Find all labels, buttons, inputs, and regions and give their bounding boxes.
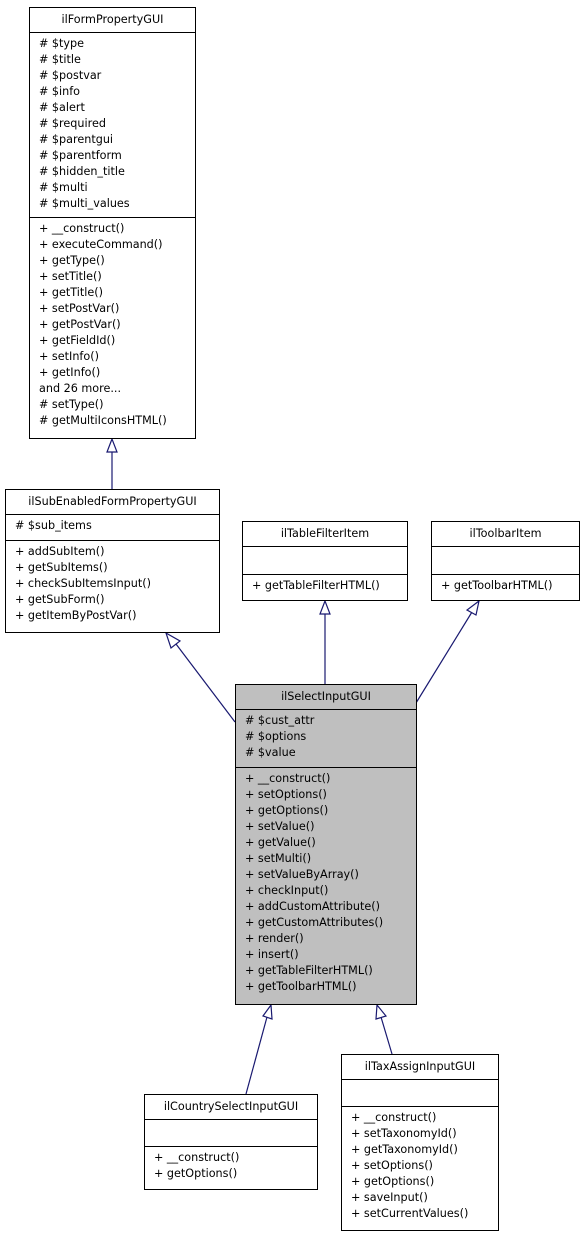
method-entry[interactable]: + setInfo() <box>39 349 195 365</box>
method-entry[interactable]: + __construct() <box>351 1110 498 1126</box>
edge-subenabled-to-formproperty <box>106 437 118 489</box>
method-entry[interactable]: + __construct() <box>39 221 195 237</box>
inheritance-arrowhead <box>375 1003 388 1020</box>
methods-section: + __construct() + setOptions() + getOption… <box>236 768 416 997</box>
method-entry[interactable]: + getOptions() <box>154 1166 317 1182</box>
method-entry[interactable]: + getTaxonomyId() <box>351 1142 498 1158</box>
method-entry[interactable]: + setTaxonomyId() <box>351 1126 498 1142</box>
attributes-section: # $type # $title # $postvar # $info # $alert… <box>30 33 195 218</box>
method-entry[interactable]: + getCustomAttributes() <box>245 915 416 931</box>
attribute-entry[interactable]: # $hidden_title <box>39 164 195 180</box>
method-entry[interactable]: # setType() <box>39 397 195 413</box>
method-entry[interactable]: + setTitle() <box>39 269 195 285</box>
method-entry[interactable]: + render() <box>245 931 416 947</box>
method-entry[interactable]: + getOptions() <box>351 1174 498 1190</box>
attributes-section: # $sub_items <box>6 515 219 541</box>
attribute-entry[interactable]: # $title <box>39 52 195 68</box>
methods-section: + getToolbarHTML() <box>432 575 579 596</box>
inheritance-arrowhead <box>106 437 118 453</box>
method-entry[interactable]: + getType() <box>39 253 195 269</box>
method-entry[interactable]: + executeCommand() <box>39 237 195 253</box>
method-entry[interactable]: + setCurrentValues() <box>351 1206 498 1222</box>
attributes-section <box>432 547 579 575</box>
methods-section: + __construct() + setTaxonomyId() + getTax… <box>342 1107 498 1224</box>
method-entry[interactable]: + getTableFilterHTML() <box>245 963 416 979</box>
attribute-entry[interactable]: # $postvar <box>39 68 195 84</box>
edge-selectinput-to-tablefilter <box>319 599 331 684</box>
method-entry[interactable]: + getToolbarHTML() <box>245 979 416 995</box>
attribute-entry[interactable]: # $info <box>39 84 195 100</box>
class-name: ilFormPropertyGUI <box>30 8 195 33</box>
class-name: ilSelectInputGUI <box>236 685 416 710</box>
method-entry[interactable]: + __construct() <box>245 771 416 787</box>
method-entry[interactable]: + setValueByArray() <box>245 867 416 883</box>
edge-selectinput-to-toolbar <box>415 599 480 704</box>
class-iltablefilteritem[interactable]: ilTableFilterItem + getTableFilterHTML() <box>242 521 408 601</box>
method-entry[interactable]: + setMulti() <box>245 851 416 867</box>
attribute-entry[interactable]: # $multi_values <box>39 196 195 212</box>
method-entry[interactable]: # getMultiIconsHTML() <box>39 413 195 429</box>
method-entry[interactable]: + setValue() <box>245 819 416 835</box>
class-name: ilTaxAssignInputGUI <box>342 1055 498 1080</box>
class-iltoolbaritem[interactable]: ilToolbarItem + getToolbarHTML() <box>431 521 580 601</box>
class-name: ilTableFilterItem <box>243 522 407 547</box>
attribute-entry[interactable]: # $value <box>245 745 416 761</box>
attribute-entry[interactable]: # $sub_items <box>15 518 219 534</box>
attributes-section <box>145 1120 317 1147</box>
edge-country-to-selectinput <box>245 1003 273 1095</box>
attribute-entry[interactable]: # $type <box>39 36 195 52</box>
attribute-entry[interactable]: # $multi <box>39 180 195 196</box>
methods-section: + addSubItem() + getSubItems() + checkSubI… <box>6 541 219 626</box>
attribute-entry[interactable]: # $cust_attr <box>245 713 416 729</box>
attributes-section <box>342 1080 498 1107</box>
method-entry[interactable]: + __construct() <box>154 1150 317 1166</box>
method-entry[interactable]: + getTitle() <box>39 285 195 301</box>
method-entry[interactable]: + getPostVar() <box>39 317 195 333</box>
attribute-entry[interactable]: # $parentform <box>39 148 195 164</box>
method-entry[interactable]: + getValue() <box>245 835 416 851</box>
class-ilcountryselectinputgui[interactable]: ilCountrySelectInputGUI + __construct() +… <box>144 1094 318 1190</box>
method-entry[interactable]: + getOptions() <box>245 803 416 819</box>
attribute-entry[interactable]: # $required <box>39 116 195 132</box>
attribute-entry[interactable]: # $alert <box>39 100 195 116</box>
method-entry[interactable]: + setOptions() <box>351 1158 498 1174</box>
method-entry[interactable]: + insert() <box>245 947 416 963</box>
method-entry[interactable]: + setOptions() <box>245 787 416 803</box>
edge-selectinput-to-subenabled <box>164 631 236 723</box>
method-entry[interactable]: + getSubForm() <box>15 592 219 608</box>
class-iltaxassigninputgui[interactable]: ilTaxAssignInputGUI + __construct() + set… <box>341 1054 499 1231</box>
attribute-entry[interactable]: # $parentgui <box>39 132 195 148</box>
method-entry[interactable]: + getTableFilterHTML() <box>252 578 407 594</box>
method-entry[interactable]: and 26 more... <box>39 381 195 397</box>
method-entry[interactable]: + getFieldId() <box>39 333 195 349</box>
methods-section: + getTableFilterHTML() <box>243 575 407 596</box>
inheritance-arrowhead <box>465 599 480 616</box>
edge-taxassign-to-selectinput <box>375 1003 393 1055</box>
attribute-entry[interactable]: # $options <box>245 729 416 745</box>
method-entry[interactable]: + getSubItems() <box>15 560 219 576</box>
methods-section: + __construct() + executeCommand() + getTy… <box>30 218 195 431</box>
method-entry[interactable]: + checkInput() <box>245 883 416 899</box>
method-entry[interactable]: + addCustomAttribute() <box>245 899 416 915</box>
method-entry[interactable]: + setPostVar() <box>39 301 195 317</box>
attributes-section <box>243 547 407 575</box>
method-entry[interactable]: + checkSubItemsInput() <box>15 576 219 592</box>
methods-section: + __construct() + getOptions() <box>145 1147 317 1184</box>
attributes-section: # $cust_attr # $options # $value <box>236 710 416 768</box>
inheritance-arrowhead <box>262 1003 273 1020</box>
class-ilsubenabledformpropertygui[interactable]: ilSubEnabledFormPropertyGUI # $sub_items… <box>5 489 220 633</box>
class-name: ilCountrySelectInputGUI <box>145 1095 317 1120</box>
class-name: ilSubEnabledFormPropertyGUI <box>6 490 219 515</box>
method-entry[interactable]: + addSubItem() <box>15 544 219 560</box>
method-entry[interactable]: + getItemByPostVar() <box>15 608 219 624</box>
method-entry[interactable]: + saveInput() <box>351 1190 498 1206</box>
method-entry[interactable]: + getInfo() <box>39 365 195 381</box>
inheritance-arrowhead <box>319 599 331 615</box>
class-name: ilToolbarItem <box>432 522 579 547</box>
method-entry[interactable]: + getToolbarHTML() <box>441 578 579 594</box>
class-ilformpropertygui[interactable]: ilFormPropertyGUI # $type # $title # $post… <box>29 7 196 439</box>
class-ilselectinputgui[interactable]: ilSelectInputGUI # $cust_attr # $options #… <box>235 684 417 1005</box>
